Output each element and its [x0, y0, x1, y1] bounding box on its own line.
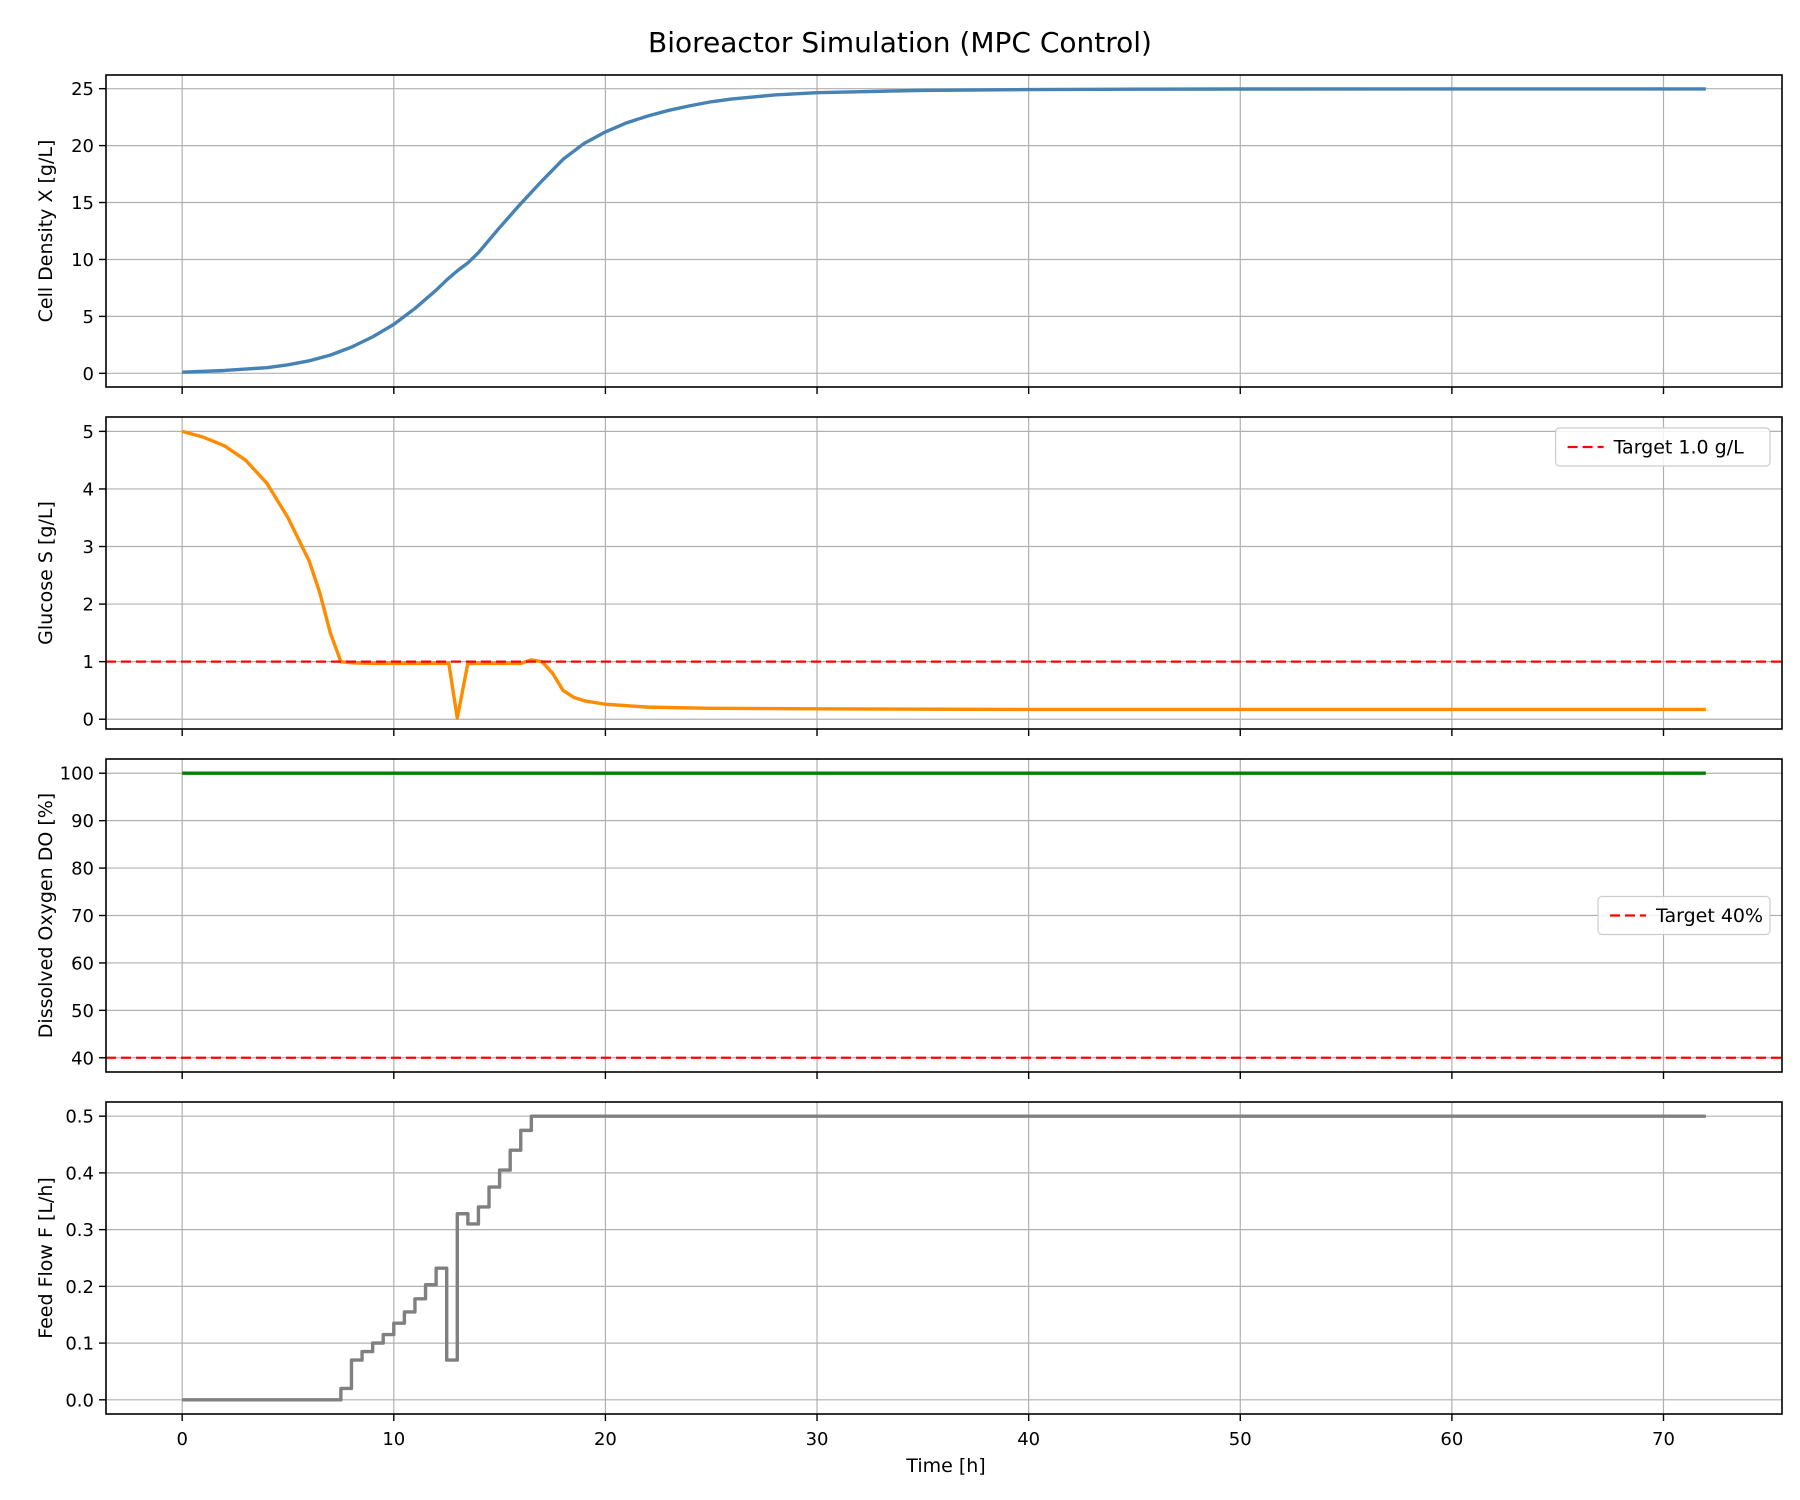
panel-1-y-tick-label: 10	[71, 250, 94, 271]
panel-4-x-tick-label: 10	[382, 1429, 405, 1450]
chart-title: Bioreactor Simulation (MPC Control)	[648, 26, 1152, 59]
panel-1-y-tick-label: 25	[71, 79, 94, 100]
panel-2-y-tick-label: 0	[83, 710, 94, 731]
panel-3-y-tick-label: 100	[60, 764, 94, 785]
panel-2-legend-label: Target 1.0 g/L	[1613, 437, 1745, 459]
panel-2-y-tick-label: 3	[83, 537, 94, 558]
panel-1-y-tick-label: 15	[71, 193, 94, 214]
panel-4-x-tick-label: 40	[1017, 1429, 1040, 1450]
panel-2-y-tick-label: 5	[83, 422, 94, 443]
panel-2-y-tick-label: 4	[83, 479, 94, 500]
panel-2-data	[106, 429, 1782, 720]
panel-2-series-line	[181, 429, 1706, 720]
panel-1-y-axis-label: Cell Density X [g/L]	[35, 140, 57, 323]
panel-4-y-tick-label: 0.1	[65, 1334, 94, 1355]
panel-4-frame	[105, 1101, 1783, 1415]
panel-3-legend-label: Target 40%	[1655, 905, 1763, 927]
panel-4-x-tick-label: 0	[176, 1429, 187, 1450]
panel-3-y-tick-label: 80	[71, 859, 94, 880]
chart-panel-4: 0.0 0.1 0.2 0.3 0.4 0.5 0 10 20 30 40 50 60 70 Feed Fl…	[35, 1101, 1783, 1450]
panel-4-y-tick-label: 0.0	[65, 1390, 94, 1411]
chart-panel-2: 0 1 2 3 4 5 Glucose S [g/L] Target 1.0 g/L	[35, 416, 1783, 736]
panel-3-legend: Target 40%	[1597, 895, 1771, 936]
panel-4-x-tick-label: 20	[594, 1429, 617, 1450]
panel-1-data	[182, 87, 1706, 374]
panel-1-series-line	[182, 87, 1706, 374]
panel-2-frame	[105, 416, 1783, 730]
panel-4-x-tick-label: 30	[806, 1429, 829, 1450]
panel-4-y-tick-label: 0.4	[65, 1163, 94, 1184]
panel-2-legend: Target 1.0 g/L	[1554, 427, 1771, 467]
figure: Bioreactor Simulation (MPC Control) Time…	[35, 26, 1783, 1477]
chart-panel-3: 40 50 60 70 80 90 100Dissolved Oxygen DO [%] Ta…	[35, 758, 1783, 1079]
panel-4-x-tick-label: 70	[1652, 1429, 1675, 1450]
panel-1-y-tick-label: 0	[83, 364, 94, 385]
panel-2-y-tick-label: 2	[83, 595, 94, 616]
panel-3-y-tick-label: 50	[71, 1001, 94, 1022]
panel-4-data	[182, 1114, 1706, 1402]
panel-4-y-axis-label: Feed Flow F [L/h]	[35, 1177, 57, 1339]
panel-3-y-tick-label: 70	[71, 906, 94, 927]
panel-4-x-tick-label: 60	[1440, 1429, 1463, 1450]
chart-panel-1: 0 5 10 15 20 25 Cell Density X [g/L]	[35, 74, 1783, 394]
panel-1-y-tick-label: 5	[83, 307, 94, 328]
panel-1-y-tick-label: 20	[71, 136, 94, 157]
panel-4-series-line	[182, 1114, 1706, 1402]
panel-1-frame	[105, 74, 1783, 388]
panel-3-y-tick-label: 90	[71, 811, 94, 832]
panel-3-y-tick-label: 40	[71, 1048, 94, 1069]
panel-3-y-tick-label: 60	[71, 953, 94, 974]
x-axis-label: Time [h]	[905, 1455, 985, 1477]
panel-4-y-tick-label: 0.5	[65, 1107, 94, 1128]
panel-3-y-axis-label: Dissolved Oxygen DO [%]	[35, 793, 57, 1038]
panel-2-y-axis-label: Glucose S [g/L]	[35, 501, 57, 645]
panel-4-y-tick-label: 0.2	[65, 1277, 94, 1298]
panel-4-y-tick-label: 0.3	[65, 1220, 94, 1241]
panel-2-y-tick-label: 1	[83, 652, 94, 673]
panel-4-x-tick-label: 50	[1229, 1429, 1252, 1450]
